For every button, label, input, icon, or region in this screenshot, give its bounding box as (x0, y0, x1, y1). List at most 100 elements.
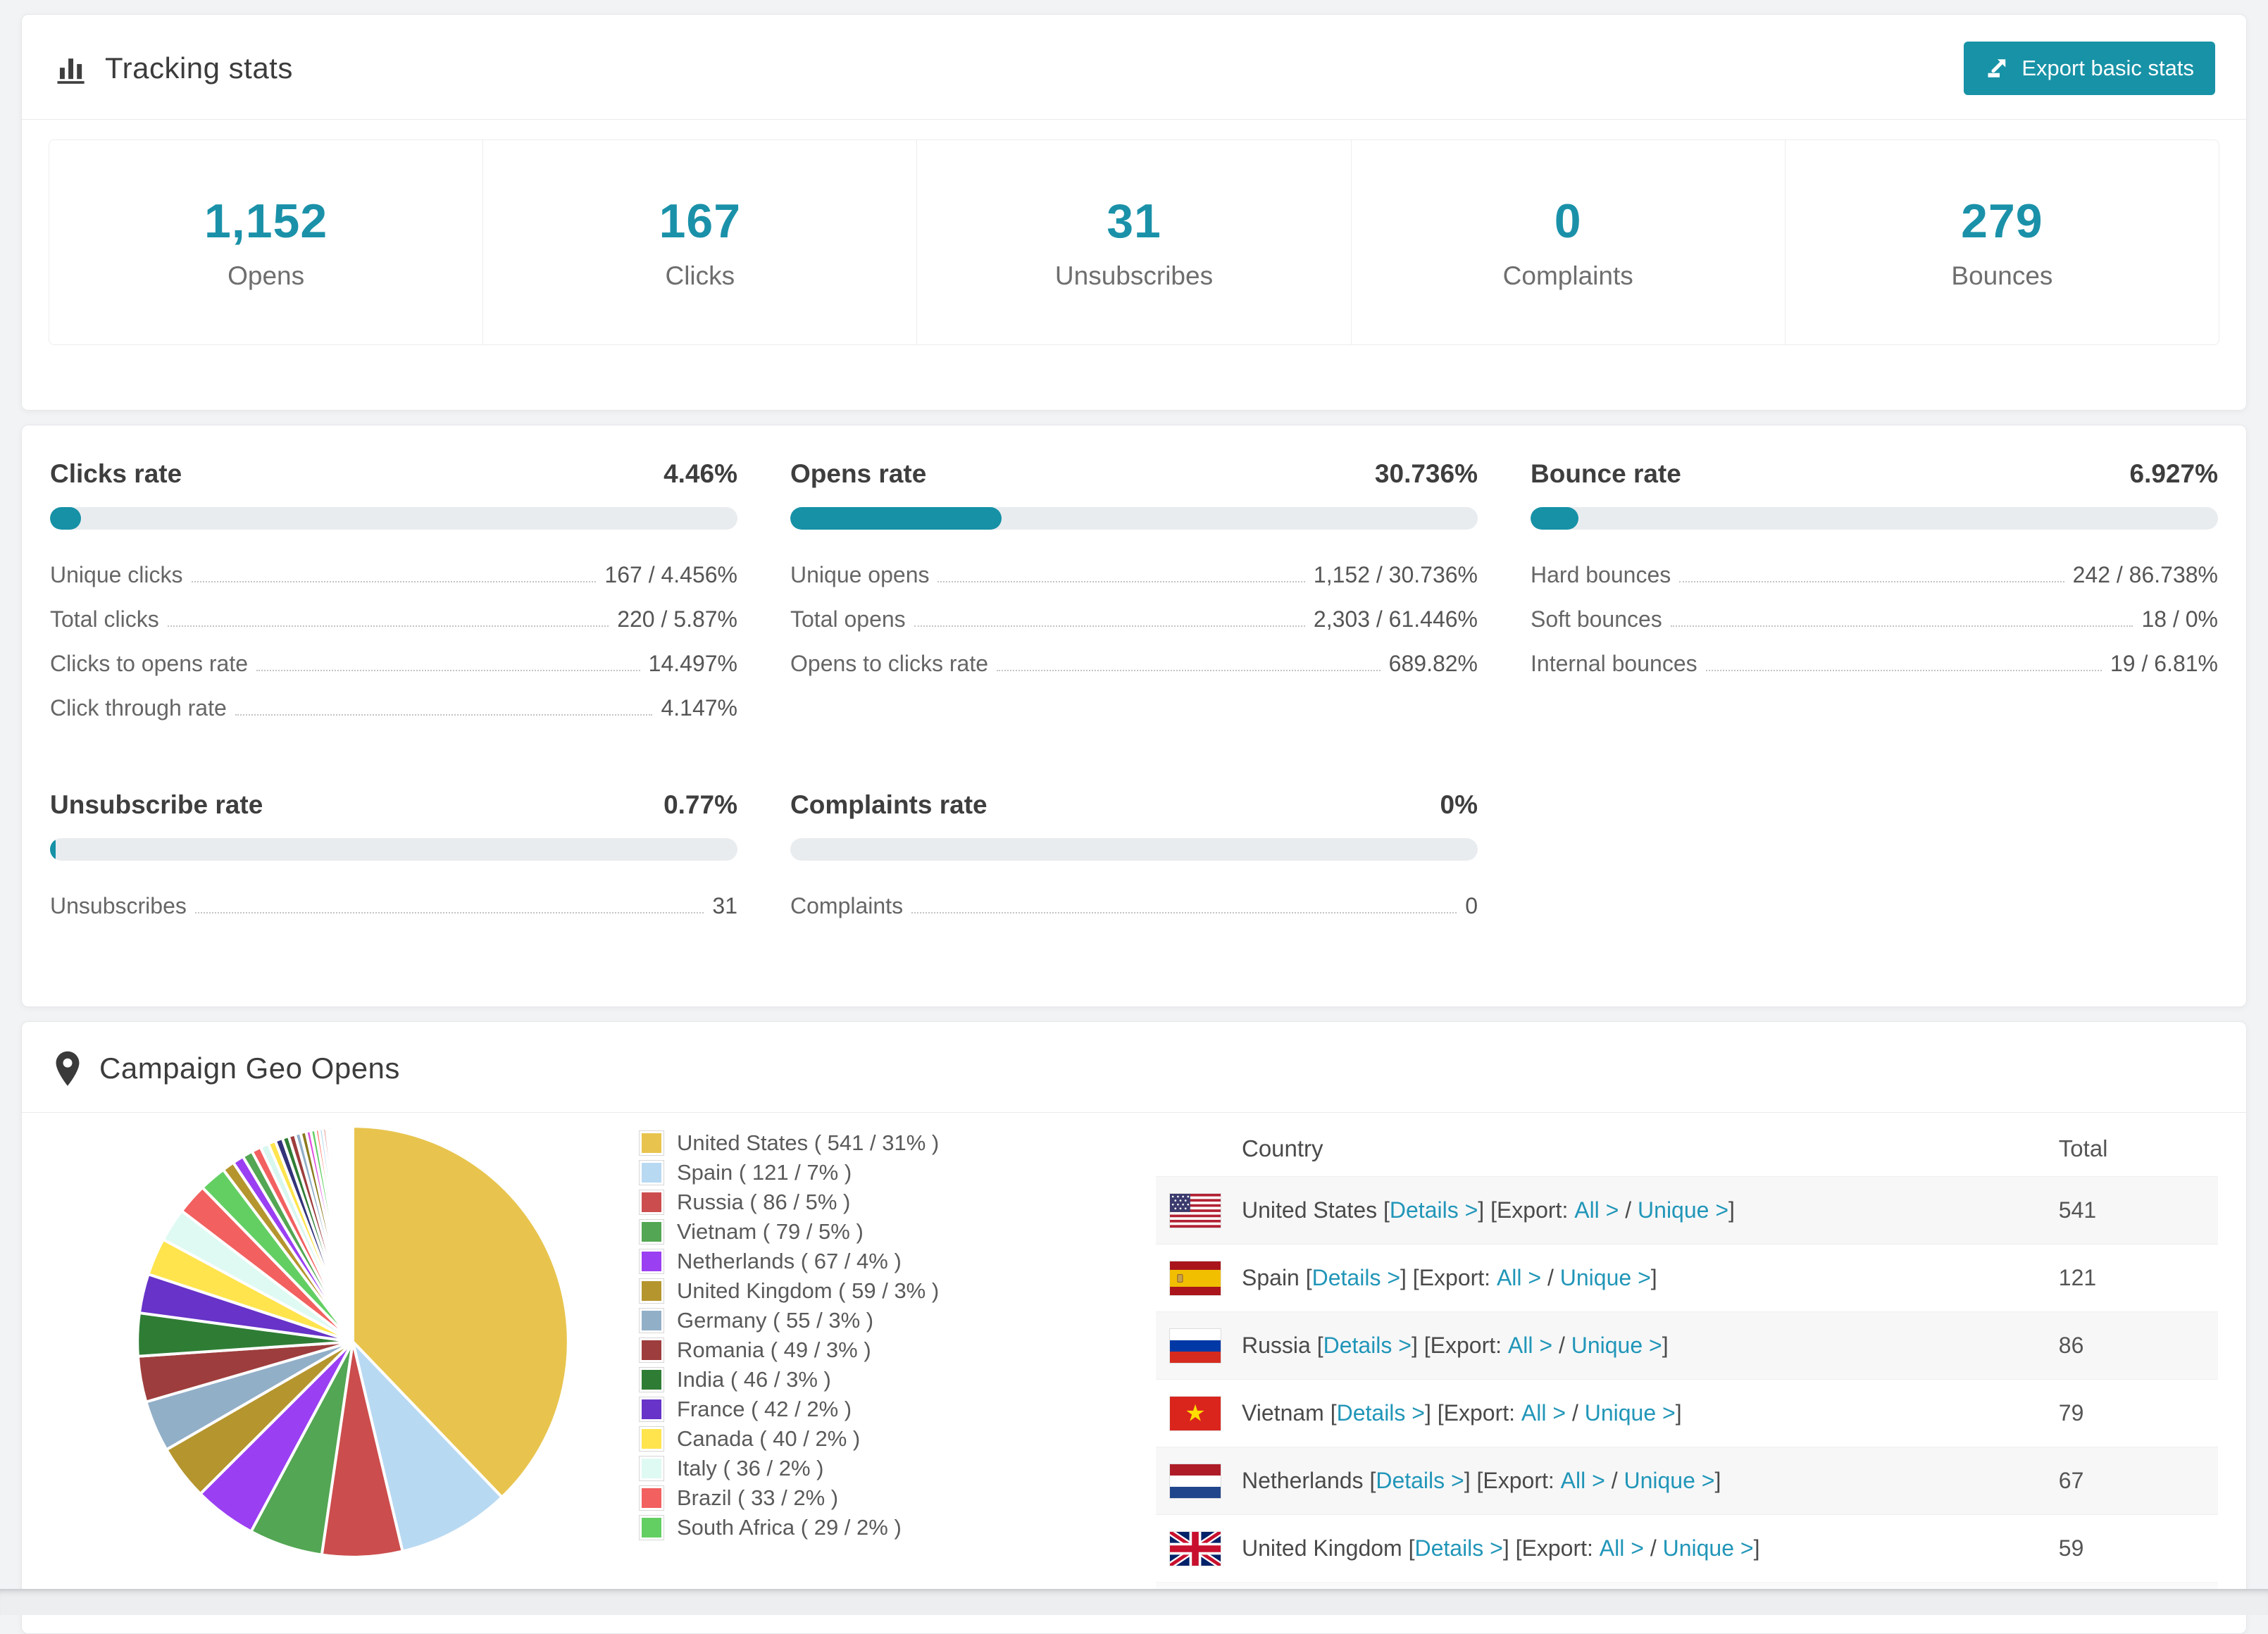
country-name: United States (1242, 1197, 1377, 1223)
stat-row: Hard bounces 242 / 86.738% (1531, 562, 2218, 588)
stat-clicks: 167 Clicks (483, 140, 917, 344)
unsubscribes-count: 31 (1107, 194, 1161, 249)
header-divider (22, 119, 2246, 120)
complaints-count: 0 (1554, 194, 1582, 249)
row-value: 689.82% (1389, 651, 1478, 677)
legend-item[interactable]: Romania ( 49 / 3% ) (642, 1335, 1092, 1365)
export-all-link[interactable]: All > (1508, 1333, 1552, 1359)
legend-swatch (642, 1252, 661, 1271)
legend-label: Germany ( 55 / 3% ) (677, 1308, 873, 1333)
clicks-label: Clicks (665, 261, 735, 291)
complaints-rate-bar (790, 838, 1478, 861)
stat-row: Unique opens 1,152 / 30.736% (790, 562, 1478, 588)
table-row: Spain [Details >] [Export: All > / Uniqu… (1156, 1244, 2218, 1311)
legend-swatch (642, 1281, 661, 1301)
country-name: United Kingdom (1242, 1535, 1402, 1561)
unsubscribe-rate-block: Unsubscribe rate 0.77% Unsubscribes31 (50, 790, 737, 937)
legend-item[interactable]: Italy ( 36 / 2% ) (642, 1454, 1092, 1483)
export-all-link[interactable]: All > (1600, 1535, 1644, 1561)
details-link[interactable]: Details > (1337, 1400, 1425, 1426)
row-value: 1,152 / 30.736% (1314, 562, 1478, 588)
legend-item[interactable]: Germany ( 55 / 3% ) (642, 1306, 1092, 1335)
details-link[interactable]: Details > (1376, 1468, 1464, 1494)
opens-rate-value: 30.736% (1375, 459, 1478, 489)
russia-flag-icon (1170, 1329, 1221, 1363)
bounces-count: 279 (1961, 194, 2043, 249)
legend-swatch (642, 1518, 661, 1538)
legend-item[interactable]: Canada ( 40 / 2% ) (642, 1424, 1092, 1454)
export-all-link[interactable]: All > (1574, 1197, 1619, 1223)
legend-swatch (642, 1488, 661, 1508)
row-value: 220 / 5.87% (617, 606, 737, 632)
details-link[interactable]: Details > (1414, 1535, 1502, 1561)
details-link[interactable]: Details > (1323, 1333, 1412, 1359)
country-total: 86 (2059, 1333, 2218, 1359)
dashboard-page: Tracking stats Export basic stats 1,152 … (0, 0, 2268, 1634)
bounce-rate-title: Bounce rate (1531, 459, 1681, 489)
stats-strip: 1,152 Opens 167 Clicks 31 Unsubscribes 0… (49, 139, 2219, 345)
table-row: United Kingdom [Details >] [Export: All … (1156, 1514, 2218, 1582)
stat-row: Complaints0 (790, 893, 1478, 919)
spain-flag-icon (1170, 1261, 1221, 1295)
row-label: Unique opens (790, 562, 929, 588)
export-unique-link[interactable]: Unique > (1638, 1197, 1728, 1223)
export-unique-link[interactable]: Unique > (1663, 1535, 1754, 1561)
row-label: Unsubscribes (50, 893, 187, 919)
row-label: Soft bounces (1531, 606, 1662, 632)
legend-swatch (642, 1311, 661, 1330)
legend-item[interactable]: Netherlands ( 67 / 4% ) (642, 1247, 1092, 1276)
country-column-header: Country (1156, 1135, 2059, 1162)
dotted-leader (192, 580, 597, 582)
export-all-link[interactable]: All > (1561, 1468, 1605, 1494)
geo-pie-chart[interactable] (131, 1120, 575, 1564)
stat-opens: 1,152 Opens (49, 140, 483, 344)
row-value: 2,303 / 61.446% (1314, 606, 1478, 632)
bounce-rate-bar-fill (1531, 507, 1578, 530)
legend-swatch (642, 1399, 661, 1419)
legend-item[interactable]: Spain ( 121 / 7% ) (642, 1158, 1092, 1187)
legend-item[interactable]: South Africa ( 29 / 2% ) (642, 1513, 1092, 1542)
export-unique-link[interactable]: Unique > (1585, 1400, 1676, 1426)
legend-item[interactable]: Vietnam ( 79 / 5% ) (642, 1217, 1092, 1247)
row-value: 14.497% (649, 651, 737, 677)
legend-item[interactable]: France ( 42 / 2% ) (642, 1395, 1092, 1424)
legend-swatch (642, 1370, 661, 1390)
legend-label: South Africa ( 29 / 2% ) (677, 1515, 902, 1540)
bounces-label: Bounces (1951, 261, 2052, 291)
table-row: United States [Details >] [Export: All >… (1156, 1176, 2218, 1244)
country-name: Spain (1242, 1265, 1300, 1291)
legend-item[interactable]: Russia ( 86 / 5% ) (642, 1187, 1092, 1217)
export-all-link[interactable]: All > (1497, 1265, 1541, 1291)
stat-complaints: 0 Complaints (1352, 140, 1786, 344)
legend-item[interactable]: United States ( 541 / 31% ) (642, 1128, 1092, 1158)
geo-header: Campaign Geo Opens (22, 1022, 2246, 1112)
export-unique-link[interactable]: Unique > (1560, 1265, 1651, 1291)
row-value: 242 / 86.738% (2073, 562, 2218, 588)
row-label: Opens to clicks rate (790, 651, 988, 677)
dotted-leader (235, 713, 653, 716)
export-unique-link[interactable]: Unique > (1624, 1468, 1714, 1494)
united-states-flag-icon (1170, 1194, 1221, 1228)
page-bottom-strip (0, 1589, 2268, 1615)
rates-grid: Clicks rate 4.46% Unique clicks167 / 4.4… (50, 459, 2218, 937)
legend-item[interactable]: United Kingdom ( 59 / 3% ) (642, 1276, 1092, 1306)
details-link[interactable]: Details > (1390, 1197, 1478, 1223)
export-basic-stats-button[interactable]: Export basic stats (1964, 42, 2215, 95)
tracking-stats-card: Tracking stats Export basic stats 1,152 … (21, 14, 2247, 411)
stat-row: Internal bounces19 / 6.81% (1531, 651, 2218, 677)
dotted-leader (168, 625, 609, 627)
legend-item[interactable]: Brazil ( 33 / 2% ) (642, 1483, 1092, 1513)
legend-item[interactable]: India ( 46 / 3% ) (642, 1365, 1092, 1395)
export-all-link[interactable]: All > (1521, 1400, 1566, 1426)
tracking-stats-header: Tracking stats Export basic stats (22, 15, 2246, 119)
legend-swatch (642, 1222, 661, 1242)
row-label: Clicks to opens rate (50, 651, 248, 677)
export-unique-link[interactable]: Unique > (1571, 1333, 1662, 1359)
bounce-rate-value: 6.927% (2130, 459, 2219, 489)
details-link[interactable]: Details > (1312, 1265, 1400, 1291)
map-pin-icon (53, 1050, 82, 1087)
bar-chart-icon (53, 50, 89, 87)
row-label: Hard bounces (1531, 562, 1671, 588)
country-total: 67 (2059, 1468, 2218, 1494)
bounce-rate-bar (1531, 507, 2218, 530)
